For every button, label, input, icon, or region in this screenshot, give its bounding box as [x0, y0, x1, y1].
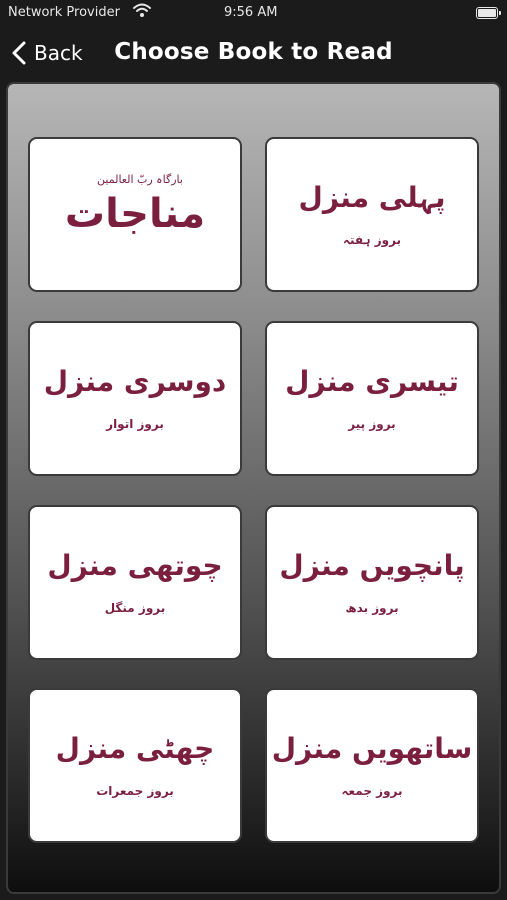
book-card-chhati-manzil[interactable]: چھٹی منزل بروز جمعرات [28, 688, 242, 843]
book-day: بروز پیر [348, 417, 396, 431]
battery-icon [476, 7, 501, 19]
book-card-panchwin-manzil[interactable]: پانچویں منزل بروز بدھ [265, 505, 479, 660]
book-day: بروز ہفتہ [342, 233, 402, 247]
book-card-doosri-manzil[interactable]: دوسری منزل بروز اتوار [28, 321, 242, 476]
book-card-munajat[interactable]: بارگاہ ربّ العالمین مناجات [28, 137, 242, 292]
book-card-chauthi-manzil[interactable]: چوتھی منزل بروز منگل [28, 505, 242, 660]
book-day: بروز اتوار [106, 417, 164, 431]
navigation-bar: Back Choose Book to Read [0, 28, 507, 78]
book-day: بروز بدھ [345, 601, 399, 615]
book-title: پانچویں منزل [279, 549, 465, 582]
book-day: بروز جمعرات [96, 784, 174, 798]
book-card-saatwin-manzil[interactable]: ساتھویں منزل بروز جمعہ [265, 688, 479, 843]
book-title: تیسری منزل [285, 365, 459, 398]
book-title: ساتھویں منزل [271, 732, 473, 765]
book-grid-panel: پہلی منزل بروز ہفتہ بارگاہ ربّ العالمین … [6, 82, 501, 894]
wifi-icon [133, 3, 151, 22]
status-time: 9:56 AM [224, 5, 278, 20]
carrier-name: Network Provider [8, 5, 120, 20]
book-day: بروز جمعہ [341, 784, 403, 798]
book-title: پہلی منزل [298, 181, 446, 214]
book-title: مناجات [64, 191, 206, 237]
book-title: چھٹی منزل [55, 732, 215, 765]
book-title: چوتھی منزل [47, 549, 223, 582]
book-day: بروز منگل [104, 601, 166, 615]
book-title: دوسری منزل [43, 365, 227, 398]
book-overline: بارگاہ ربّ العالمین [97, 173, 183, 186]
page-title: Choose Book to Read [114, 39, 393, 65]
book-card-pehli-manzil[interactable]: پہلی منزل بروز ہفتہ [265, 137, 479, 292]
status-bar: Network Provider 9:56 AM [0, 0, 507, 28]
book-card-teesri-manzil[interactable]: تیسری منزل بروز پیر [265, 321, 479, 476]
